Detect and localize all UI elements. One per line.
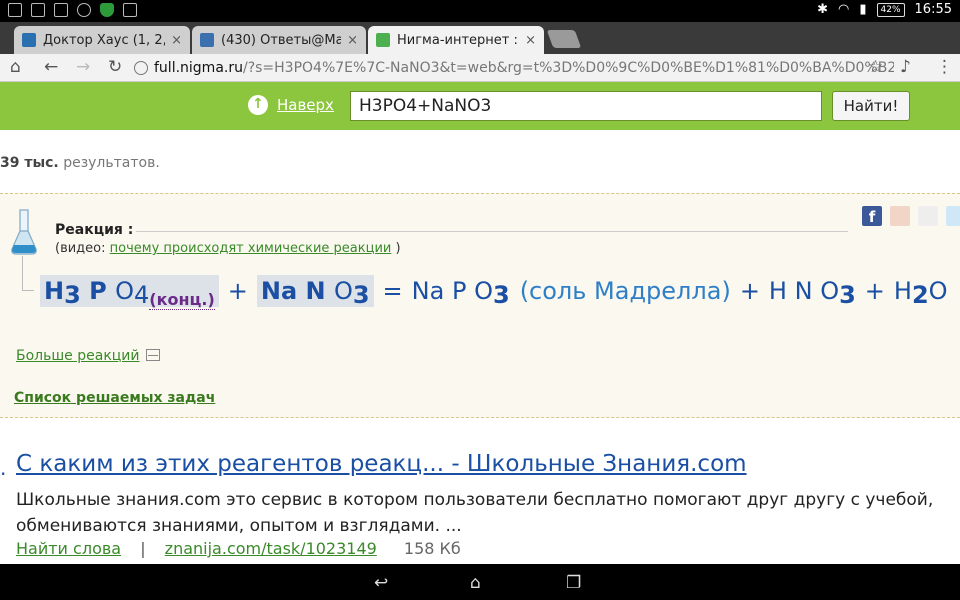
- divider: [136, 231, 848, 232]
- close-tab-icon[interactable]: ×: [347, 33, 358, 48]
- sync-icon: [77, 3, 91, 17]
- concentrated-label[interactable]: (конц.): [149, 290, 215, 310]
- nigma-favicon-icon: [376, 33, 390, 47]
- notification-icons: [8, 3, 137, 17]
- security-shield-icon: [100, 3, 114, 17]
- result-size: 158 Кб: [403, 539, 461, 558]
- tree-connector: [22, 290, 34, 291]
- product-napo3: Na P O3: [411, 277, 510, 309]
- download-icon: [54, 3, 68, 17]
- reagent-nano3[interactable]: Na N O3: [256, 275, 374, 309]
- new-tab-button[interactable]: [546, 30, 582, 48]
- up-arrow-icon[interactable]: ↑: [248, 95, 268, 115]
- browser-toolbar: ⌂ ← → ↻ full.nigma.ru/?s=H3PO4%7E%7C-NaN…: [0, 54, 960, 82]
- madrell-salt-label: (соль Мадрелла): [519, 277, 731, 305]
- question-favicon-icon: [200, 33, 214, 47]
- video-link[interactable]: почему происходят химические реакции: [110, 241, 392, 256]
- menu-icon[interactable]: ⋮: [936, 57, 953, 77]
- home-nav-icon[interactable]: ⌂: [470, 573, 481, 593]
- people-share-icon[interactable]: [918, 206, 938, 226]
- tab-title: (430) Ответы@Mail.Ru: [221, 32, 342, 48]
- search-button[interactable]: Найти!: [832, 91, 910, 121]
- product-hno3: H N O3: [768, 277, 856, 309]
- result-bullet: .: [0, 456, 7, 480]
- tab-title: Нигма-интернет :: [397, 32, 518, 48]
- tab-nigma[interactable]: Нигма-интернет : ×: [368, 26, 544, 54]
- result-title-link[interactable]: С каким из этих реагентов реакц... - Шко…: [16, 451, 747, 477]
- android-status-bar: ✱ ◠ ▮ 42% 16:55: [0, 0, 960, 22]
- back-nav-icon[interactable]: ↩: [374, 573, 388, 593]
- close-tab-icon[interactable]: ×: [171, 33, 182, 48]
- tasks-list-link[interactable]: Список решаемых задач: [14, 390, 215, 406]
- address-bar[interactable]: full.nigma.ru/?s=H3PO4%7E%7C-NaNO3&t=web…: [134, 56, 894, 80]
- wifi-icon: ◠: [838, 2, 850, 17]
- url-text[interactable]: full.nigma.ru/?s=H3PO4%7E%7C-NaNO3&t=web…: [154, 60, 894, 76]
- more-reactions-link[interactable]: Больше реакций: [16, 348, 160, 364]
- recent-apps-icon[interactable]: ❐: [566, 573, 581, 593]
- result-url-link[interactable]: znanija.com/task/1023149: [165, 539, 377, 558]
- facebook-share-icon[interactable]: f: [862, 206, 882, 226]
- tv-favicon-icon: [22, 33, 36, 47]
- separator: |: [140, 539, 146, 558]
- tree-connector: [22, 256, 23, 290]
- find-words-link[interactable]: Найти слова: [16, 539, 121, 558]
- tab-doctor-house[interactable]: Доктор Хаус (1, 2, 3, 4 ×: [14, 26, 190, 54]
- gallery-notification-icon: [31, 3, 45, 17]
- android-nav-bar: ↩ ⌂ ❐: [0, 564, 960, 600]
- system-icons: ✱ ◠ ▮ 42% 16:55: [817, 2, 952, 17]
- search-input[interactable]: [350, 91, 822, 121]
- nigma-search-header: ↑ Наверх Найти!: [0, 82, 960, 130]
- expand-icon: [145, 349, 160, 361]
- signal-icon: ▮: [859, 2, 867, 17]
- bluetooth-icon: ✱: [817, 2, 829, 17]
- results-count: 39 тыс. результатов.: [0, 155, 160, 171]
- globe-icon: [134, 61, 148, 75]
- tab-title: Доктор Хаус (1, 2, 3, 4: [43, 32, 165, 48]
- reaction-title: Реакция :: [55, 222, 134, 238]
- image-notification-icon: [8, 3, 22, 17]
- forward-arrow-icon[interactable]: →: [76, 57, 90, 77]
- bookmark-star-icon[interactable]: ☆: [868, 57, 883, 77]
- back-arrow-icon[interactable]: ←: [44, 57, 58, 77]
- flask-icon: [11, 209, 37, 255]
- back-to-top-link[interactable]: Наверх: [277, 96, 334, 114]
- clock: 16:55: [914, 2, 952, 17]
- close-tab-icon[interactable]: ×: [525, 33, 536, 48]
- tab-mail-answers[interactable]: (430) Ответы@Mail.Ru ×: [192, 26, 366, 54]
- reagent-h3po4[interactable]: H3 P O4(конц.): [40, 275, 219, 310]
- reaction-video-note: (видео: почему происходят химические реа…: [55, 241, 401, 256]
- reload-icon[interactable]: ↻: [108, 57, 122, 77]
- product-h2o: H2O: [893, 277, 948, 309]
- pencil-edit-icon[interactable]: [946, 206, 960, 226]
- reaction-equation: H3 P O4(конц.) + Na N O3 = Na P O3 (соль…: [40, 272, 948, 310]
- result-meta: Найти слова | znanija.com/task/1023149 1…: [16, 539, 461, 558]
- person-share-icon[interactable]: [890, 206, 910, 226]
- microphone-icon[interactable]: ♪: [900, 57, 911, 77]
- home-icon[interactable]: ⌂: [10, 57, 21, 77]
- reaction-box: Реакция : (видео: почему происходят хими…: [0, 193, 960, 418]
- battery-indicator: 42%: [876, 2, 905, 17]
- browser-tab-strip: Доктор Хаус (1, 2, 3, 4 × (430) Ответы@M…: [0, 22, 960, 54]
- result-snippet: Школьные знания.com это сервис в котором…: [16, 490, 934, 536]
- briefcase-icon: [123, 3, 137, 17]
